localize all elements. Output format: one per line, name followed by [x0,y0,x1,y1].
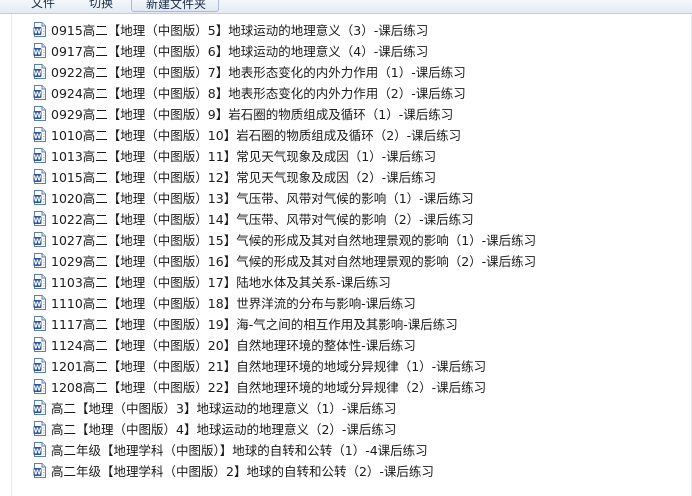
file-name: 0917高二【地理（中图版）6】地球运动的地理意义（4）-课后练习 [51,44,429,59]
file-name: 1029高二【地理（中图版）16】气候的形成及其对自然地理景观的影响（2）-课后… [51,254,537,269]
svg-text:W: W [34,154,42,162]
file-name: 1020高二【地理（中图版）13】气压带、风带对气候的影响（1）-课后练习 [51,191,474,206]
file-item[interactable]: W 1022高二【地理（中图版）14】气压带、风带对气候的影响（2）-课后练习 [27,208,536,229]
word-document-icon: W [33,400,46,415]
file-list: W 0915高二【地理（中图版）5】地球运动的地理意义（3）-课后练习 W 0917高… [27,19,536,481]
file-item[interactable]: W 0915高二【地理（中图版）5】地球运动的地理意义（3）-课后练习 [27,19,536,40]
word-document-icon: W [33,211,46,226]
file-item[interactable]: W 1208高二【地理（中图版）22】自然地理环境的地域分异规律（2）-课后练习 [27,376,536,397]
file-item[interactable]: W 1015高二【地理（中图版）12】常见天气现象及成因（2）-课后练习 [27,166,536,187]
word-document-icon: W [33,421,46,436]
file-item[interactable]: W 1117高二【地理（中图版）19】海-气之间的相互作用及其影响-课后练习 [27,313,536,334]
file-item[interactable]: W 高二年级【地理学科（中图版）2】地球的自转和公转（2）-课后练习 [27,460,536,481]
file-name: 1208高二【地理（中图版）22】自然地理环境的地域分异规律（2）-课后练习 [51,380,487,395]
file-name: 高二【地理（中图版）4】地球运动的地理意义（2）-课后练习 [51,422,397,437]
word-document-icon: W [33,22,46,37]
svg-text:W: W [34,280,42,288]
word-document-icon: W [33,106,46,121]
svg-text:W: W [34,259,42,267]
file-item[interactable]: W 1013高二【地理（中图版）11】常见天气现象及成因（1）-课后练习 [27,145,536,166]
file-item[interactable]: W 高二【地理（中图版）4】地球运动的地理意义（2）-课后练习 [27,418,536,439]
file-name: 1201高二【地理（中图版）21】自然地理环境的地域分异规律（1）-课后练习 [51,359,487,374]
toolbar-button-switch[interactable]: 切换 [89,0,113,12]
svg-text:W: W [34,91,42,99]
word-document-icon: W [33,148,46,163]
file-name: 0929高二【地理（中图版）9】岩石圈的物质组成及循环（1）-课后练习 [51,107,454,122]
file-item[interactable]: W 1027高二【地理（中图版）15】气候的形成及其对自然地理景观的影响（1）-课… [27,229,536,250]
file-name: 1124高二【地理（中图版）20】自然地理环境的整体性-课后练习 [51,338,416,353]
word-document-icon: W [33,337,46,352]
word-document-icon: W [33,232,46,247]
file-name: 1103高二【地理（中图版）17】陆地水体及其关系-课后练习 [51,275,391,290]
file-name: 1013高二【地理（中图版）11】常见天气现象及成因（1）-课后练习 [51,149,437,164]
word-document-icon: W [33,316,46,331]
file-item[interactable]: W 1201高二【地理（中图版）21】自然地理环境的地域分异规律（1）-课后练习 [27,355,536,376]
file-name: 高二年级【地理学科（中图版）】地球的自转和公转（1）-4课后练习 [51,443,428,458]
word-document-icon: W [33,358,46,373]
file-name: 1027高二【地理（中图版）15】气候的形成及其对自然地理景观的影响（1）-课后… [51,233,537,248]
word-document-icon: W [33,64,46,79]
svg-text:W: W [34,217,42,225]
svg-text:W: W [34,28,42,36]
new-folder-button[interactable]: 新建文件夹 [131,0,219,12]
svg-text:W: W [34,133,42,141]
word-document-icon: W [33,253,46,268]
word-document-icon: W [33,190,46,205]
file-item[interactable]: W 高二【地理（中图版）3】地球运动的地理意义（1）-课后练习 [27,397,536,418]
file-name: 1015高二【地理（中图版）12】常见天气现象及成因（2）-课后练习 [51,170,437,185]
file-item[interactable]: W 1029高二【地理（中图版）16】气候的形成及其对自然地理景观的影响（2）-课… [27,250,536,271]
file-item[interactable]: W 0924高二【地理（中图版）8】地表形态变化的内外力作用（2）-课后练习 [27,82,536,103]
file-name: 高二【地理（中图版）3】地球运动的地理意义（1）-课后练习 [51,401,397,416]
svg-text:W: W [34,238,42,246]
file-item[interactable]: W 1010高二【地理（中图版）10】岩石圈的物质组成及循环（2）-课后练习 [27,124,536,145]
file-item[interactable]: W 1124高二【地理（中图版）20】自然地理环境的整体性-课后练习 [27,334,536,355]
word-document-icon: W [33,463,46,478]
word-document-icon: W [33,442,46,457]
svg-text:W: W [34,448,42,456]
svg-text:W: W [34,70,42,78]
navigation-pane-edge [0,14,12,496]
file-name: 1010高二【地理（中图版）10】岩石圈的物质组成及循环（2）-课后练习 [51,128,462,143]
word-document-icon: W [33,169,46,184]
svg-text:W: W [34,343,42,351]
file-explorer-window: 文件 切换 新建文件夹 W 0915高二【地理（中图版）5】地球运动的地理意义（3… [0,0,692,496]
word-document-icon: W [33,379,46,394]
file-item[interactable]: W 1110高二【地理（中图版）18】世界洋流的分布与影响-课后练习 [27,292,536,313]
file-item[interactable]: W 0917高二【地理（中图版）6】地球运动的地理意义（4）-课后练习 [27,40,536,61]
toolbar-button-file[interactable]: 文件 [31,0,55,12]
file-item[interactable]: W 0929高二【地理（中图版）9】岩石圈的物质组成及循环（1）-课后练习 [27,103,536,124]
svg-text:W: W [34,427,42,435]
svg-text:W: W [34,301,42,309]
file-name: 1117高二【地理（中图版）19】海-气之间的相互作用及其影响-课后练习 [51,317,458,332]
svg-text:W: W [34,406,42,414]
svg-text:W: W [34,49,42,57]
svg-text:W: W [34,469,42,477]
file-item[interactable]: W 1103高二【地理（中图版）17】陆地水体及其关系-课后练习 [27,271,536,292]
word-document-icon: W [33,295,46,310]
svg-text:W: W [34,175,42,183]
word-document-icon: W [33,43,46,58]
file-name: 高二年级【地理学科（中图版）2】地球的自转和公转（2）-课后练习 [51,464,434,479]
file-name: 1110高二【地理（中图版）18】世界洋流的分布与影响-课后练习 [51,296,416,311]
file-name: 1022高二【地理（中图版）14】气压带、风带对气候的影响（2）-课后练习 [51,212,474,227]
file-name: 0915高二【地理（中图版）5】地球运动的地理意义（3）-课后练习 [51,23,429,38]
file-name: 0922高二【地理（中图版）7】地表形态变化的内外力作用（1）-课后练习 [51,65,466,80]
file-item[interactable]: W 0922高二【地理（中图版）7】地表形态变化的内外力作用（1）-课后练习 [27,61,536,82]
toolbar: 文件 切换 新建文件夹 [0,0,692,14]
svg-text:W: W [34,385,42,393]
svg-text:W: W [34,322,42,330]
svg-text:W: W [34,364,42,372]
svg-text:W: W [34,112,42,120]
file-name: 0924高二【地理（中图版）8】地表形态变化的内外力作用（2）-课后练习 [51,86,466,101]
file-item[interactable]: W 1020高二【地理（中图版）13】气压带、风带对气候的影响（1）-课后练习 [27,187,536,208]
svg-text:W: W [34,196,42,204]
word-document-icon: W [33,127,46,142]
word-document-icon: W [33,85,46,100]
word-document-icon: W [33,274,46,289]
file-item[interactable]: W 高二年级【地理学科（中图版）】地球的自转和公转（1）-4课后练习 [27,439,536,460]
